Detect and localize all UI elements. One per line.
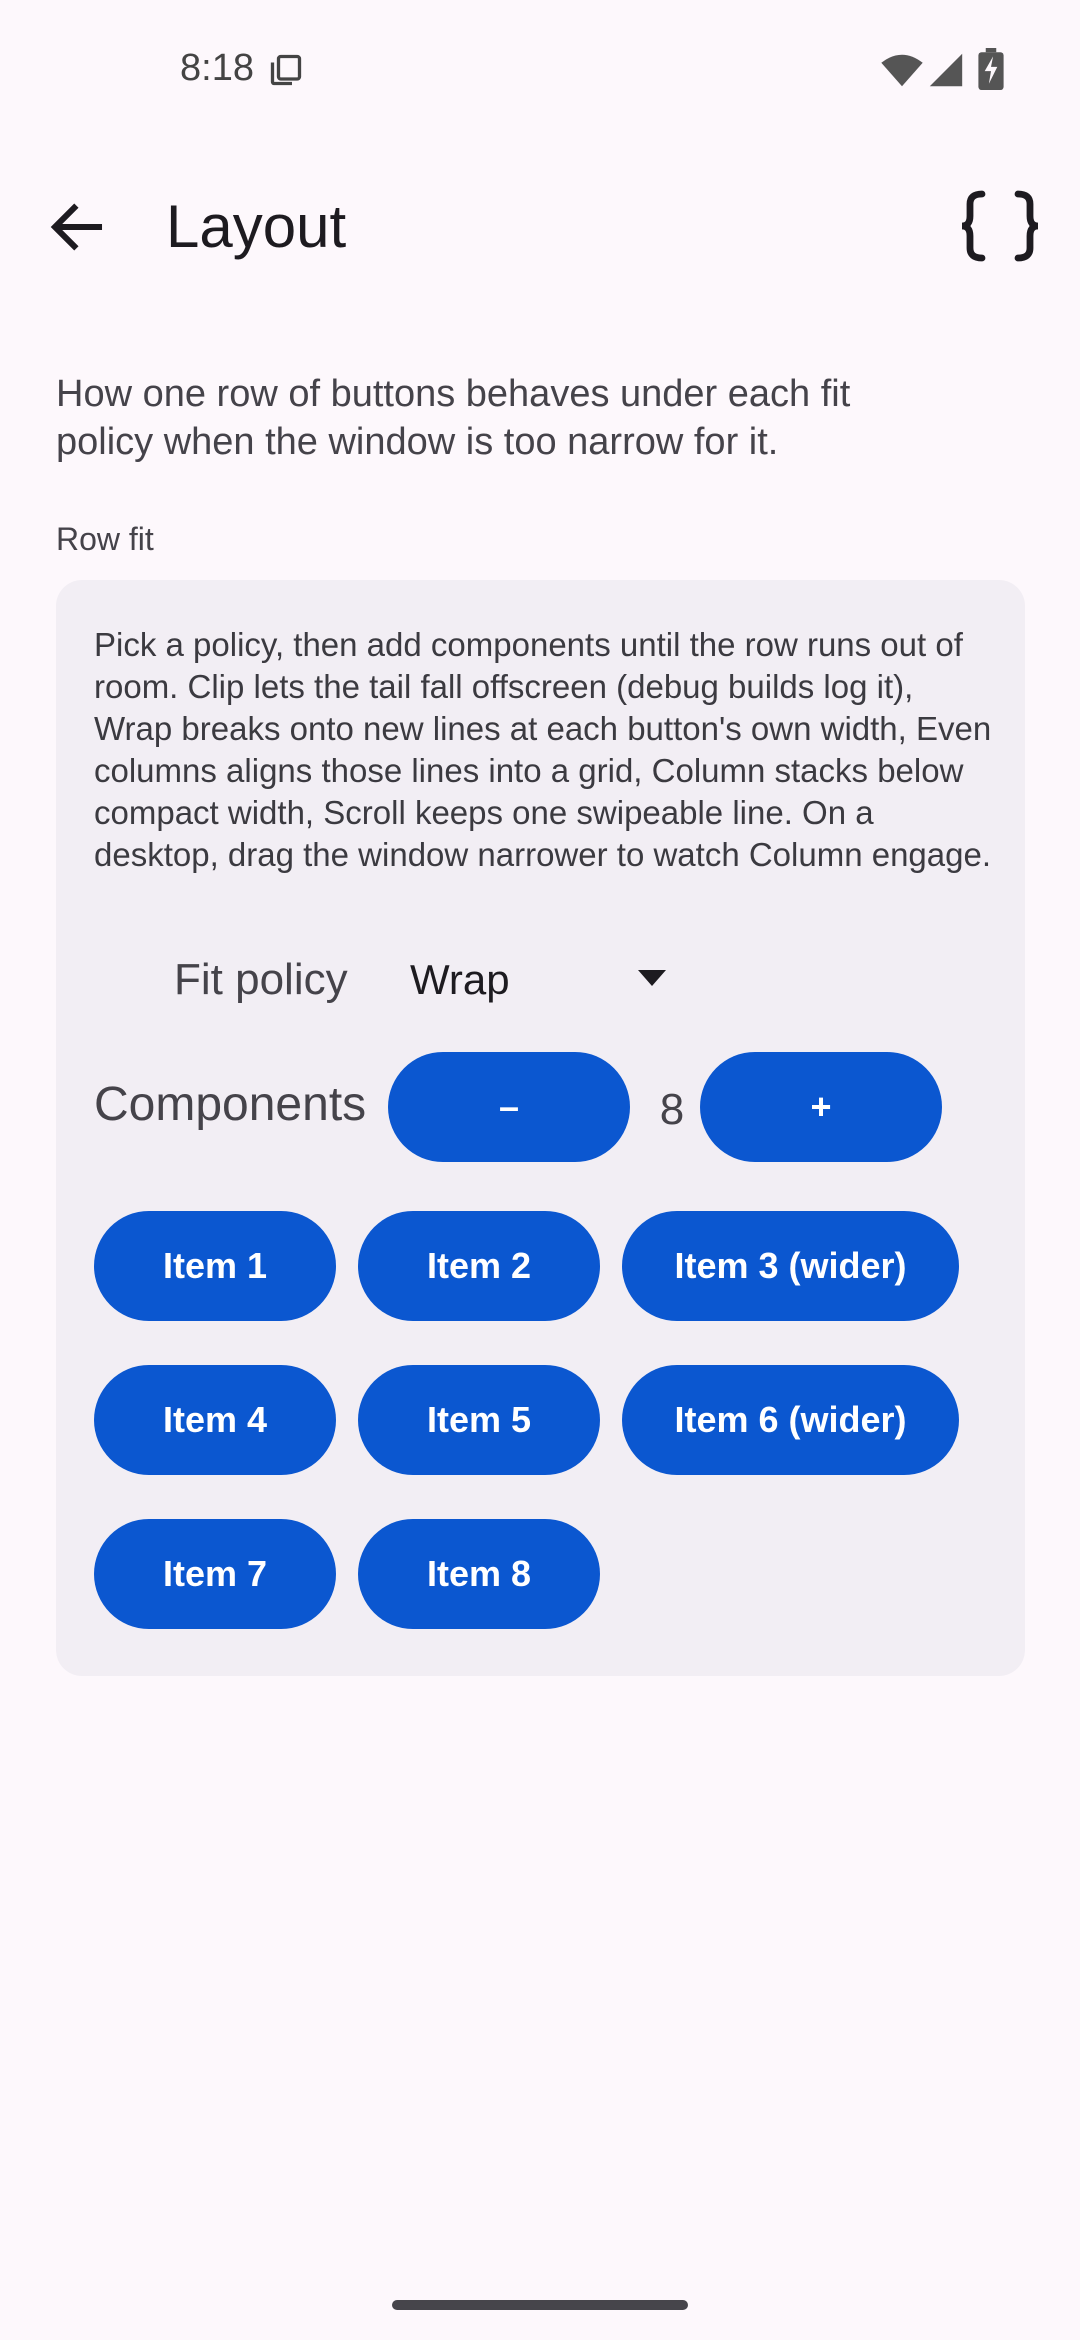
- page-description: How one row of buttons behaves under eac…: [56, 373, 851, 463]
- page-title: Layout: [166, 193, 347, 260]
- item-button[interactable]: Item 5: [358, 1365, 600, 1475]
- battery-charging-icon: [978, 48, 1004, 90]
- item-button[interactable]: Item 8: [358, 1519, 600, 1629]
- item-button[interactable]: Item 7: [94, 1519, 336, 1629]
- signal-icon: [929, 53, 963, 87]
- component-count: 8: [659, 1085, 685, 1134]
- view-code-button[interactable]: [958, 188, 1042, 264]
- top-app-bar: Layout: [0, 180, 1080, 270]
- row-fit-card: Pick a policy, then add components until…: [56, 580, 1025, 1676]
- status-bar: 8:18: [0, 0, 1080, 140]
- wifi-icon: [881, 54, 923, 87]
- increment-button[interactable]: +: [700, 1052, 942, 1162]
- fit-policy-label: Fit policy: [174, 955, 348, 1004]
- copy-icon: [270, 54, 302, 86]
- back-button[interactable]: [44, 194, 110, 260]
- item-button[interactable]: Item 4: [94, 1365, 336, 1475]
- fit-policy-dropdown[interactable]: Wrap: [410, 948, 690, 1012]
- status-time: 8:18: [180, 47, 254, 89]
- item-button[interactable]: Item 6 (wider): [622, 1365, 959, 1475]
- code-braces-icon: [961, 190, 1039, 262]
- item-button[interactable]: Item 3 (wider): [622, 1211, 959, 1321]
- section-label: Row fit: [56, 521, 154, 557]
- arrow-back-icon: [50, 203, 103, 251]
- gesture-navigation-bar[interactable]: [392, 2300, 688, 2310]
- decrement-button[interactable]: –: [388, 1052, 630, 1162]
- item-button[interactable]: Item 1: [94, 1211, 336, 1321]
- item-button[interactable]: Item 2: [358, 1211, 600, 1321]
- fit-policy-value: Wrap: [410, 956, 510, 1003]
- dropdown-arrow-icon: [638, 970, 666, 986]
- card-instructions: Pick a policy, then add components until…: [94, 626, 992, 873]
- components-label: Components: [94, 1078, 367, 1131]
